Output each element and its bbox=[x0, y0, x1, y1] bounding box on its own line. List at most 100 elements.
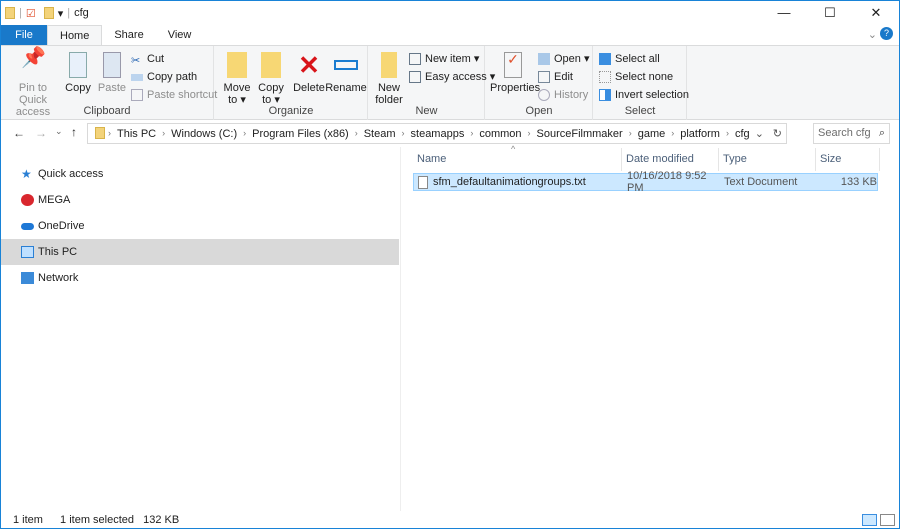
rename-icon bbox=[334, 60, 358, 70]
nav-item[interactable]: OneDrive bbox=[1, 213, 399, 239]
qat-dropdown-icon[interactable]: ▾ bbox=[58, 7, 64, 20]
breadcrumb-item[interactable]: game bbox=[638, 128, 666, 140]
forward-button[interactable]: → bbox=[35, 126, 47, 140]
large-icons-view-button[interactable] bbox=[880, 514, 895, 526]
computer-icon bbox=[21, 246, 34, 258]
star-icon: ★ bbox=[21, 167, 32, 181]
move-to-icon bbox=[227, 52, 247, 78]
delete-icon: ✕ bbox=[298, 50, 320, 80]
copy-to-button[interactable]: Copy to ▾ bbox=[255, 52, 287, 106]
nav-item-label: Network bbox=[38, 272, 79, 284]
open-group: ✓ Properties Open ▾ Edit History Open bbox=[486, 46, 593, 120]
nav-item[interactable]: ★ Quick access bbox=[1, 161, 399, 187]
tab-view[interactable]: View bbox=[156, 25, 204, 45]
breadcrumb-item[interactable]: Steam bbox=[364, 128, 396, 140]
file-row[interactable]: sfm_defaultanimationgroups.txt 10/16/201… bbox=[413, 170, 878, 194]
breadcrumb-item[interactable]: platform bbox=[680, 128, 720, 140]
breadcrumb-separator[interactable]: › bbox=[243, 128, 246, 140]
nav-item[interactable]: Network bbox=[1, 265, 399, 291]
breadcrumb-separator[interactable]: › bbox=[470, 128, 473, 140]
navigation-pane: ★ Quick access MEGA OneDrive This PC Network bbox=[1, 161, 399, 291]
status-bar: 1 item 1 item selected 132 KB bbox=[1, 512, 899, 529]
column-type[interactable]: Type bbox=[719, 148, 816, 171]
breadcrumb-separator[interactable]: › bbox=[528, 128, 531, 140]
easy-access-button[interactable]: Easy access ▾ bbox=[409, 69, 495, 85]
breadcrumb-separator[interactable]: › bbox=[108, 128, 111, 140]
tab-share[interactable]: Share bbox=[102, 25, 155, 45]
recent-locations-icon[interactable]: ⌄ bbox=[55, 126, 63, 137]
column-date-modified[interactable]: Date modified bbox=[622, 148, 719, 171]
folder-icon bbox=[95, 127, 105, 139]
paste-icon bbox=[103, 52, 121, 78]
select-all-icon bbox=[599, 53, 611, 65]
edit-icon bbox=[538, 71, 550, 83]
tab-home[interactable]: Home bbox=[47, 25, 103, 45]
nav-item-label: MEGA bbox=[38, 194, 71, 206]
collapse-ribbon-icon[interactable]: ⌄ bbox=[868, 28, 877, 41]
breadcrumb-separator[interactable]: › bbox=[355, 128, 358, 140]
tab-file[interactable]: File bbox=[1, 25, 47, 45]
breadcrumb-separator[interactable]: › bbox=[629, 128, 632, 140]
paste-shortcut-button[interactable]: Paste shortcut bbox=[131, 87, 217, 103]
window-title: cfg bbox=[74, 7, 89, 19]
cloud-icon bbox=[21, 222, 34, 230]
minimize-button[interactable]: — bbox=[761, 1, 807, 25]
nav-item-label: This PC bbox=[38, 246, 78, 258]
breadcrumb-item[interactable]: steamapps bbox=[411, 128, 465, 140]
select-none-icon bbox=[599, 71, 611, 83]
paste-shortcut-icon bbox=[131, 89, 143, 101]
properties-qat-icon[interactable]: ☑ bbox=[26, 7, 36, 20]
refresh-icon[interactable]: ↻ bbox=[773, 127, 782, 140]
edit-button[interactable]: Edit bbox=[538, 69, 573, 85]
organize-group: Move to ▾ Copy to ▾ ✕ Delete Rename Organ… bbox=[215, 46, 368, 120]
selected-size: 132 KB bbox=[143, 514, 180, 526]
copy-path-button[interactable]: Copy path bbox=[131, 69, 197, 85]
breadcrumb-item[interactable]: Windows (C:) bbox=[171, 128, 237, 140]
breadcrumb-item[interactable]: common bbox=[479, 128, 521, 140]
maximize-button[interactable]: ☐ bbox=[807, 1, 853, 25]
copy-icon bbox=[69, 52, 87, 78]
breadcrumb-item[interactable]: This PC bbox=[117, 128, 156, 140]
open-button[interactable]: Open ▾ bbox=[538, 51, 590, 67]
breadcrumb-separator[interactable]: › bbox=[671, 128, 674, 140]
new-item-icon bbox=[409, 53, 421, 65]
invert-selection-button[interactable]: Invert selection bbox=[599, 87, 689, 103]
search-input[interactable]: Search cfg ⌕ bbox=[813, 123, 890, 144]
new-item-button[interactable]: New item ▾ bbox=[409, 51, 479, 67]
address-bar[interactable]: › This PC › Windows (C:) › Program Files (x86… bbox=[87, 123, 787, 144]
pane-splitter[interactable] bbox=[400, 147, 401, 511]
up-button[interactable]: ↑ bbox=[71, 125, 77, 139]
details-view-button[interactable] bbox=[862, 514, 877, 526]
column-size[interactable]: Size bbox=[816, 148, 880, 171]
breadcrumb-separator[interactable]: › bbox=[726, 128, 729, 140]
rename-button[interactable]: Rename bbox=[325, 52, 367, 94]
copy-button[interactable]: Copy bbox=[63, 52, 93, 94]
nav-item[interactable]: This PC bbox=[1, 239, 399, 265]
breadcrumb-item[interactable]: Program Files (x86) bbox=[252, 128, 349, 140]
open-label: Open bbox=[525, 105, 553, 117]
help-button[interactable]: ? bbox=[880, 27, 893, 40]
new-folder-button[interactable]: New folder bbox=[373, 52, 405, 106]
cut-button[interactable]: ✂ Cut bbox=[131, 51, 164, 67]
text-file-icon bbox=[418, 175, 428, 189]
close-button[interactable]: ✕ bbox=[853, 1, 899, 25]
paste-button[interactable]: Paste bbox=[97, 52, 127, 94]
new-folder-qat-icon[interactable] bbox=[43, 7, 54, 19]
column-name[interactable]: Name bbox=[413, 148, 622, 171]
item-count: 1 item bbox=[13, 514, 43, 526]
breadcrumb-separator[interactable]: › bbox=[162, 128, 165, 140]
breadcrumb-item[interactable]: cfg bbox=[735, 128, 750, 140]
breadcrumb-separator[interactable]: › bbox=[402, 128, 405, 140]
delete-button[interactable]: ✕ Delete bbox=[293, 52, 325, 94]
column-headers: Name Date modified Type Size bbox=[413, 148, 880, 171]
address-dropdown-icon[interactable]: ⌄ bbox=[755, 127, 764, 140]
select-none-button[interactable]: Select none bbox=[599, 69, 673, 85]
select-all-button[interactable]: Select all bbox=[599, 51, 660, 67]
breadcrumb-item[interactable]: SourceFilmmaker bbox=[537, 128, 623, 140]
history-button[interactable]: History bbox=[538, 87, 588, 103]
move-to-button[interactable]: Move to ▾ bbox=[219, 52, 255, 106]
properties-button[interactable]: ✓ Properties bbox=[490, 52, 540, 94]
nav-item[interactable]: MEGA bbox=[1, 187, 399, 213]
network-icon bbox=[21, 272, 34, 284]
back-button[interactable]: ← bbox=[13, 126, 25, 140]
